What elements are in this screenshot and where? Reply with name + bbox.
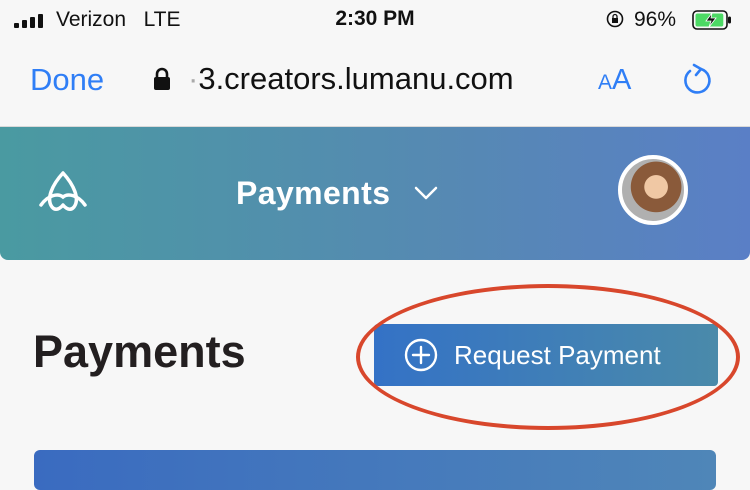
lumanu-logo-icon[interactable] — [38, 171, 88, 215]
chevron-down-icon[interactable] — [413, 183, 439, 203]
done-button[interactable]: Done — [30, 62, 104, 98]
carrier-name: Verizon — [56, 8, 127, 31]
battery-charging-icon — [692, 10, 731, 30]
text-size-big-label: A — [612, 64, 632, 96]
request-payment-button[interactable]: Request Payment — [374, 324, 718, 386]
text-size-small-label: A — [598, 71, 613, 94]
page-selector-title[interactable]: Payments — [236, 175, 390, 212]
url-text: 3.creators.lumanu.com — [198, 61, 514, 96]
rotation-lock-icon — [606, 10, 624, 28]
browser-toolbar: Done ·3.creators.lumanu.com AA — [0, 40, 750, 127]
network-type: LTE — [143, 8, 181, 31]
content-card — [34, 450, 716, 490]
url-faded-prefix: · — [188, 61, 199, 96]
carrier-label: Verizon LTE — [56, 8, 181, 32]
avatar[interactable] — [618, 155, 688, 225]
url-address[interactable]: ·3.creators.lumanu.com — [188, 61, 514, 97]
lock-icon — [154, 67, 170, 90]
signal-icon — [14, 14, 48, 28]
status-bar: Verizon LTE 2:30 PM 96% — [0, 0, 750, 40]
reload-icon[interactable] — [678, 62, 714, 98]
text-size-button[interactable]: AA — [598, 64, 631, 97]
plus-circle-icon — [404, 338, 438, 372]
app-header: Payments — [0, 127, 750, 260]
battery-percent: 96% — [634, 8, 677, 31]
request-payment-label: Request Payment — [454, 340, 661, 370]
page-title: Payments — [33, 326, 246, 377]
